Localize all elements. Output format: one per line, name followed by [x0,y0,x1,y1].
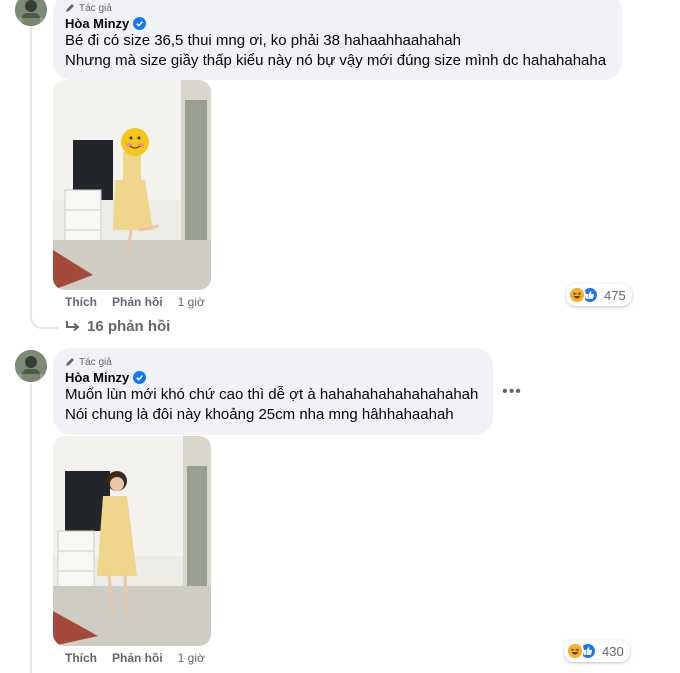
more-options-button[interactable]: ••• [500,380,524,404]
thread-connector [30,315,58,329]
view-replies-link[interactable]: 16 phản hồi [65,318,170,335]
reply-button[interactable]: Phản hồi [112,295,163,309]
thread-line [30,384,32,673]
comment-actions: Thích Phản hồi 1 giờ [65,295,205,309]
author-badge-label: Tác giả [79,356,112,368]
verified-icon [133,17,147,30]
like-button[interactable]: Thích [65,295,97,309]
comment-text-line: Muốn lùn mới khó chứ cao thì dễ ợt à hah… [65,386,479,403]
avatar[interactable] [15,0,47,26]
like-button[interactable]: Thích [65,651,97,665]
comment-text-line: Nhưng mà size giầy thấp kiểu này nó bự v… [65,52,607,69]
comment-actions: Thích Phản hồi 1 giờ [65,651,205,665]
thread-line [30,26,32,316]
comment-text-line: Bé đi có size 36,5 thui mng ơi, ko phải … [65,32,461,49]
verified-icon [133,371,147,384]
reaction-count: 475 [604,287,626,303]
timestamp[interactable]: 1 giờ [178,651,205,665]
author-name[interactable]: Hòa Minzy [65,16,129,31]
timestamp[interactable]: 1 giờ [178,295,205,309]
reaction-summary[interactable]: 475 [566,284,632,306]
author-badge: Tác giả [65,355,481,369]
replies-count-label: 16 phản hồi [87,318,171,335]
haha-icon [566,642,584,660]
comment-photo[interactable] [53,436,211,646]
reaction-count: 430 [602,643,624,659]
pen-icon [66,4,74,12]
author-name[interactable]: Hòa Minzy [65,370,129,385]
avatar[interactable] [15,350,47,382]
author-badge: Tác giả [65,1,610,15]
comment-text-line: Nói chung là đôi này khoảng 25cm nha mng… [65,406,454,423]
comment-photo[interactable] [53,80,211,290]
pen-icon [66,358,74,366]
reply-button[interactable]: Phản hồi [112,651,163,665]
author-badge-label: Tác giả [79,2,112,14]
reply-arrow-icon [66,320,80,331]
comment-bubble: Tác giả Hòa Minzy Muốn lùn mới khó chứ c… [53,348,493,435]
haha-icon [568,286,586,304]
comment-bubble: Tác giả Hòa Minzy Bé đi có size 36,5 thu… [53,0,622,80]
reaction-summary[interactable]: 430 [564,640,630,662]
